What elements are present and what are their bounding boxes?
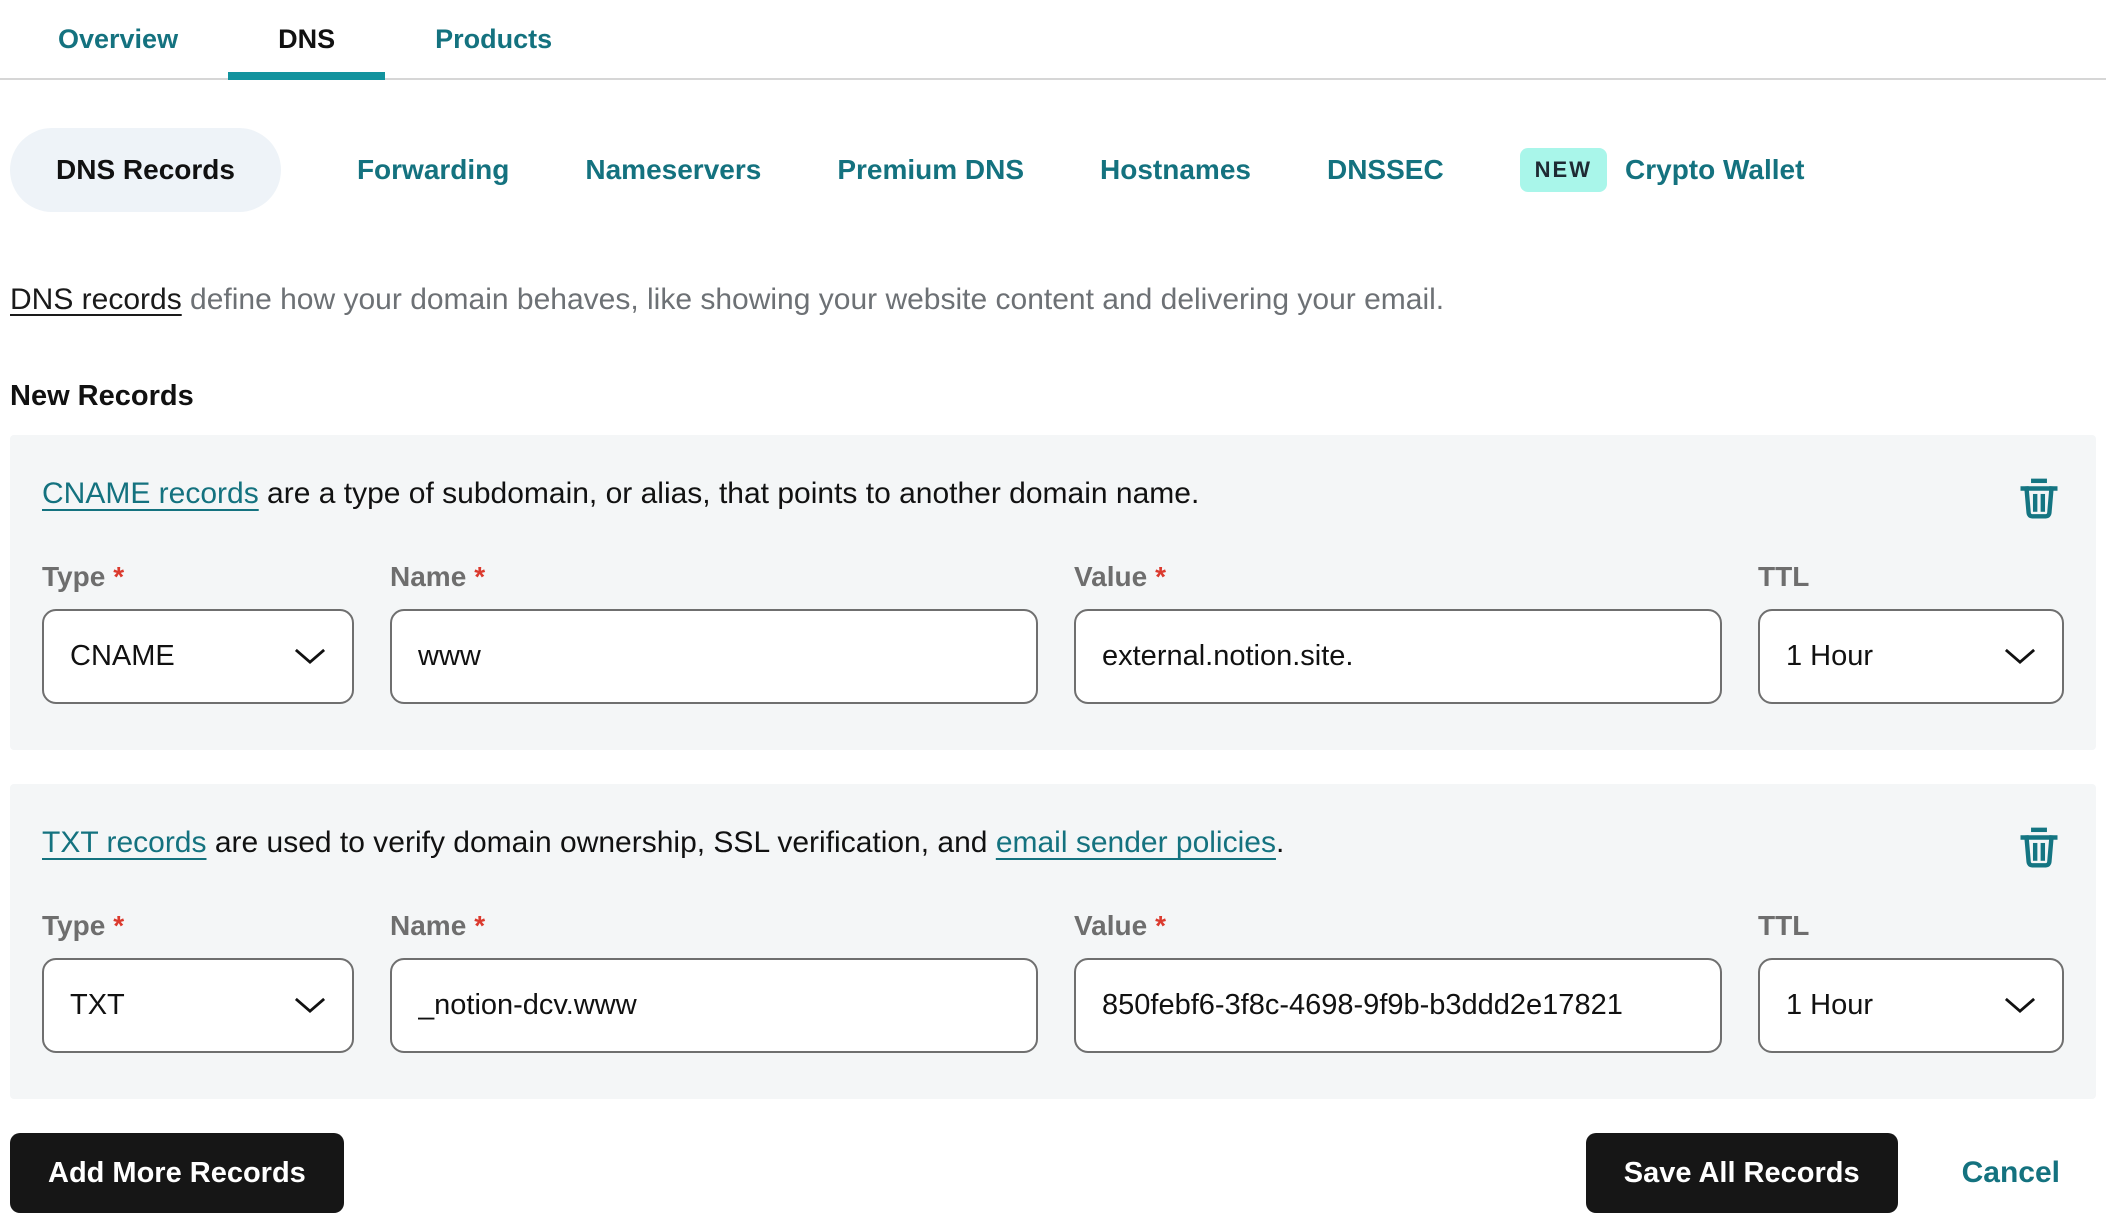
type-field-group: Type * CNAME (42, 561, 354, 704)
ttl-select[interactable]: 1 Hour (1758, 958, 2064, 1053)
actions-bar: Add More Records Save All Records Cancel (10, 1133, 2096, 1213)
required-asterisk: * (1155, 561, 1167, 592)
txt-records-link[interactable]: TXT records (42, 826, 207, 859)
record-card-cname: CNAME records are a type of subdomain, o… (10, 435, 2096, 750)
trash-icon (2020, 478, 2058, 519)
required-asterisk: * (1155, 910, 1167, 941)
required-asterisk: * (113, 910, 125, 941)
delete-record-button[interactable] (2016, 824, 2062, 874)
value-label-text: Value (1074, 910, 1148, 941)
chevron-down-icon (2004, 997, 2036, 1014)
tab-dns-label: DNS (278, 23, 336, 54)
record-card-txt: TXT records are used to verify domain ow… (10, 784, 2096, 1099)
record-form-row: Type* CNAME Name* Value* TTL 1 Hour (42, 561, 2064, 704)
tab-products[interactable]: Products (385, 0, 602, 78)
txt-card-description-end: . (1275, 826, 1285, 859)
chevron-down-icon (294, 997, 326, 1014)
dns-intro-rest: define how your domain behaves, like sho… (181, 283, 1445, 316)
dns-subtab-bar: DNS Records Forwarding Nameservers Premi… (10, 128, 2096, 212)
ttl-label: TTL (1758, 910, 2064, 942)
value-input[interactable] (1074, 609, 1722, 704)
ttl-label-text: TTL (1758, 910, 1810, 941)
ttl-field-group: TTL 1 Hour (1758, 561, 2064, 704)
subtab-forwarding[interactable]: Forwarding (357, 154, 509, 186)
record-form-row: Type* TXT Name* Value* TTL 1 Hour (42, 910, 2064, 1053)
tab-products-label: Products (435, 23, 553, 54)
cname-card-description-text: are a type of subdomain, or alias, that … (258, 477, 1200, 510)
name-label-text: Name (390, 910, 467, 941)
type-label: Type * (42, 910, 354, 942)
subtab-dnssec[interactable]: DNSSEC (1327, 154, 1444, 186)
type-field-group: Type * TXT (42, 910, 354, 1053)
domain-tab-bar: Overview DNS Products (0, 0, 2106, 80)
value-label-text: Value (1074, 561, 1148, 592)
subtab-crypto-wallet[interactable]: NEW Crypto Wallet (1519, 148, 1805, 192)
email-sender-policies-link[interactable]: email sender policies (996, 826, 1276, 859)
add-more-records-button[interactable]: Add More Records (10, 1133, 344, 1213)
chevron-down-icon (294, 648, 326, 665)
section-title-new-records: New Records (10, 380, 194, 412)
txt-card-description: TXT records are used to verify domain ow… (42, 824, 2064, 862)
ttl-label-text: TTL (1758, 561, 1810, 592)
value-field-group: Value * (1074, 561, 1722, 704)
name-input[interactable] (390, 958, 1038, 1053)
name-input[interactable] (390, 609, 1038, 704)
value-field-group: Value * (1074, 910, 1722, 1053)
tab-overview[interactable]: Overview (8, 0, 228, 78)
type-select[interactable]: CNAME (42, 609, 354, 704)
cname-card-description: CNAME records are a type of subdomain, o… (42, 475, 2064, 513)
type-select[interactable]: TXT (42, 958, 354, 1053)
tab-overview-label: Overview (58, 23, 179, 54)
name-label-text: Name (390, 561, 467, 592)
delete-record-button[interactable] (2016, 475, 2062, 525)
chevron-down-icon (2004, 648, 2036, 665)
subtab-dns-records[interactable]: DNS Records (10, 128, 281, 212)
ttl-label: TTL (1758, 561, 2064, 593)
ttl-select[interactable]: 1 Hour (1758, 609, 2064, 704)
value-input[interactable] (1074, 958, 1722, 1053)
subtab-premium-dns[interactable]: Premium DNS (837, 154, 1024, 186)
type-select-value: CNAME (70, 640, 175, 672)
cancel-link[interactable]: Cancel (1962, 1156, 2060, 1190)
type-label-text: Type (42, 561, 106, 592)
save-all-records-button[interactable]: Save All Records (1585, 1133, 1898, 1213)
type-select-value: TXT (70, 989, 125, 1021)
cname-records-link[interactable]: CNAME records (42, 477, 259, 510)
required-asterisk: * (113, 561, 125, 592)
new-badge: NEW (1519, 148, 1607, 192)
dns-intro-text: DNS records define how your domain behav… (10, 282, 2096, 318)
name-label: Name * (390, 910, 1038, 942)
tab-dns[interactable]: DNS (228, 0, 386, 80)
name-field-group: Name * (390, 561, 1038, 704)
required-asterisk: * (474, 561, 486, 592)
subtab-hostnames[interactable]: Hostnames (1100, 154, 1251, 186)
ttl-field-group: TTL 1 Hour (1758, 910, 2064, 1053)
txt-card-description-text: are used to verify domain ownership, SSL… (206, 826, 996, 859)
type-label-text: Type (42, 910, 106, 941)
actions-right-group: Save All Records Cancel (1585, 1133, 2060, 1213)
value-label: Value * (1074, 910, 1722, 942)
value-label: Value * (1074, 561, 1722, 593)
name-label: Name * (390, 561, 1038, 593)
name-field-group: Name * (390, 910, 1038, 1053)
type-label: Type * (42, 561, 354, 593)
ttl-select-value: 1 Hour (1786, 989, 1874, 1021)
subtab-nameservers[interactable]: Nameservers (585, 154, 761, 186)
required-asterisk: * (474, 910, 486, 941)
subtab-crypto-wallet-label: Crypto Wallet (1625, 154, 1805, 185)
dns-records-link[interactable]: DNS records (10, 283, 182, 316)
trash-icon (2020, 827, 2058, 868)
ttl-select-value: 1 Hour (1786, 640, 1874, 672)
